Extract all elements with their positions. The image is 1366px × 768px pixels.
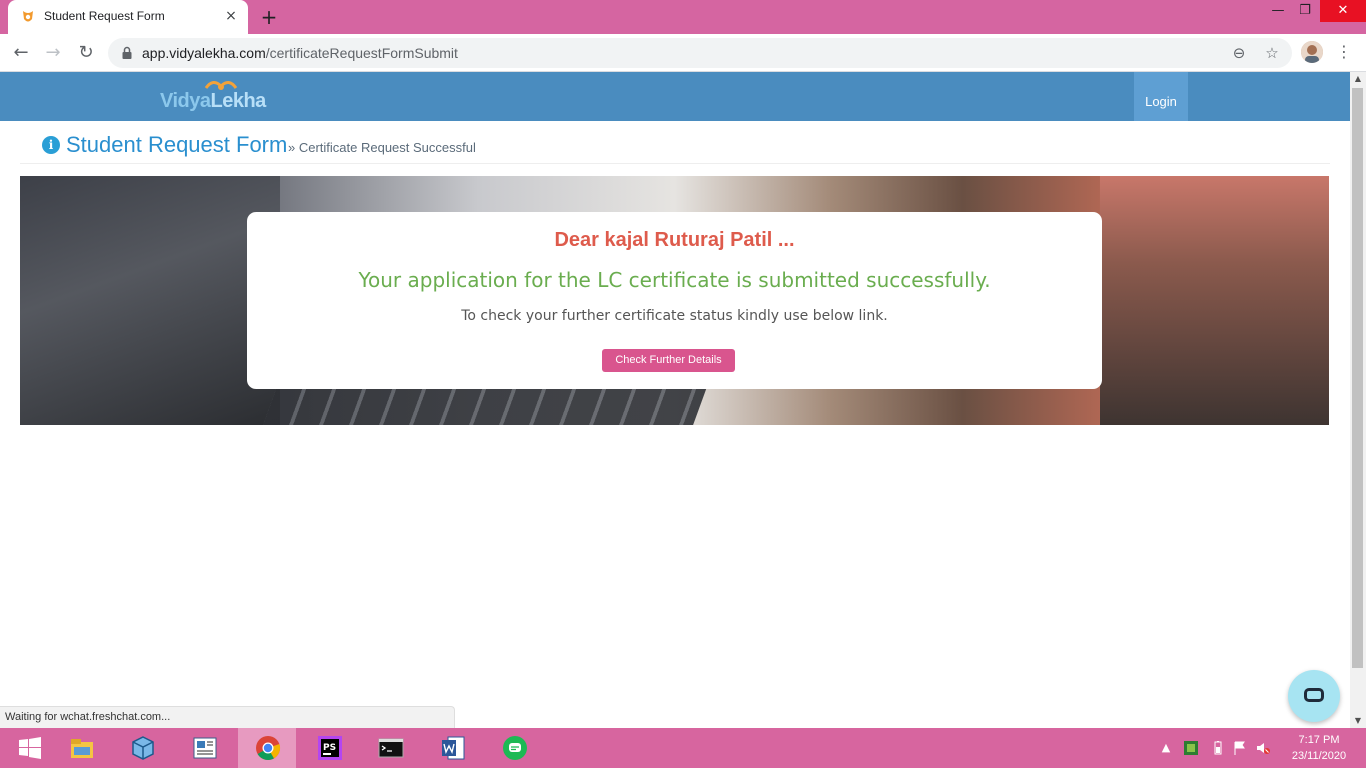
bookmark-star-icon[interactable]: ☆: [1261, 42, 1283, 64]
back-button[interactable]: ←: [8, 40, 34, 66]
taskbar-clock[interactable]: 7:17 PM 23/11/2020: [1282, 732, 1356, 764]
check-further-details-button[interactable]: Check Further Details: [602, 349, 735, 372]
zoom-icon[interactable]: ⊖: [1228, 42, 1250, 64]
greeting-text: Dear kajal Ruturaj Patil ...: [554, 229, 795, 251]
tray-overflow-icon[interactable]: ▲: [1158, 740, 1174, 756]
freshchat-icon: [503, 736, 527, 760]
site-header: VidyaLekha Login: [0, 72, 1350, 121]
scroll-thumb[interactable]: [1352, 88, 1363, 668]
vidyalekha-logo[interactable]: VidyaLekha: [160, 80, 280, 116]
clock-date: 23/11/2020: [1291, 750, 1347, 762]
battery-icon[interactable]: [1210, 740, 1226, 756]
profile-avatar[interactable]: [1301, 41, 1323, 63]
url-path: /certificateRequestFormSubmit: [265, 45, 458, 61]
success-message: Your application for the LC certificate …: [358, 268, 991, 292]
taskbar-word[interactable]: [423, 728, 481, 768]
news-app-icon: [193, 737, 217, 759]
browser-menu-icon[interactable]: ⋮: [1336, 40, 1352, 64]
tab-title: Student Request Form: [44, 9, 165, 23]
terminal-icon: [378, 738, 404, 758]
tray-app-icon[interactable]: [1183, 740, 1199, 756]
taskbar-phpstorm[interactable]: PS: [300, 728, 358, 768]
new-tab-button[interactable]: +: [258, 6, 280, 28]
breadcrumb: i Student Request Form » Certificate Req…: [20, 121, 1330, 164]
freshchat-widget-button[interactable]: [1288, 670, 1340, 722]
lock-icon[interactable]: [120, 46, 134, 60]
word-icon: [442, 736, 465, 760]
hero-arm-image: [1100, 176, 1329, 425]
3d-box-icon: [132, 736, 154, 760]
phpstorm-label: PS: [323, 743, 336, 753]
avatar-icon: [1301, 41, 1323, 63]
success-card: Dear kajal Ruturaj Patil ... Your applic…: [247, 212, 1102, 389]
clock-time: 7:17 PM: [1298, 734, 1340, 746]
taskbar-terminal[interactable]: [361, 728, 419, 768]
info-icon: i: [42, 136, 60, 154]
url-host: app.vidyalekha.com: [142, 45, 266, 61]
chat-bubble-icon: [1304, 688, 1324, 702]
browser-tab-strip: Student Request Form × + — ❐ ✕: [0, 0, 1366, 34]
window-close-button[interactable]: ✕: [1320, 0, 1366, 22]
login-button[interactable]: Login: [1134, 72, 1188, 121]
windows-start-icon: [19, 737, 41, 759]
vidyalekha-favicon-icon: [23, 11, 33, 22]
scroll-down-icon[interactable]: ▼: [1350, 714, 1366, 728]
page-viewport: VidyaLekha Login i Student Request Form …: [0, 72, 1350, 728]
start-button[interactable]: [0, 728, 58, 768]
url-text: app.vidyalekha.com/certificateRequestFor…: [142, 45, 458, 61]
page-title: Student Request Form: [66, 132, 288, 157]
volume-muted-icon[interactable]: [1255, 740, 1271, 756]
taskbar-news-app[interactable]: [175, 728, 233, 768]
windows-taskbar: PS ▲ 7:17 PM 23/11/2020: [0, 728, 1366, 768]
breadcrumb-subtitle: » Certificate Request Successful: [288, 140, 476, 155]
vertical-scrollbar[interactable]: ▲ ▼: [1350, 72, 1366, 728]
hero-banner: Dear kajal Ruturaj Patil ... Your applic…: [20, 176, 1329, 425]
taskbar-chrome[interactable]: [238, 728, 296, 768]
logo-part-2: Lekha: [210, 90, 267, 112]
logo-text: VidyaLekha: [160, 90, 266, 113]
status-text: Waiting for wchat.freshchat.com...: [5, 711, 171, 723]
action-center-flag-icon[interactable]: [1232, 740, 1248, 756]
reload-button[interactable]: ↻: [73, 40, 99, 66]
scroll-up-icon[interactable]: ▲: [1350, 72, 1366, 86]
taskbar-3d-viewer[interactable]: [113, 728, 171, 768]
chrome-icon: [256, 736, 281, 761]
address-bar[interactable]: app.vidyalekha.com/certificateRequestFor…: [108, 38, 1292, 68]
browser-toolbar: ← → ↻ app.vidyalekha.com/certificateRequ…: [0, 34, 1366, 72]
taskbar-freshchat[interactable]: [485, 728, 543, 768]
browser-tab[interactable]: Student Request Form ×: [8, 0, 248, 34]
browser-status-bar: Waiting for wchat.freshchat.com...: [0, 706, 455, 729]
phpstorm-icon: PS: [318, 736, 342, 760]
hero-laptop-image: [20, 176, 280, 425]
instruction-text: To check your further certificate status…: [461, 308, 888, 324]
tab-close-icon[interactable]: ×: [222, 7, 240, 25]
logo-part-1: Vidya: [160, 90, 211, 112]
file-explorer-icon: [71, 739, 93, 758]
taskbar-file-explorer[interactable]: [52, 728, 110, 768]
forward-button[interactable]: →: [40, 40, 66, 66]
